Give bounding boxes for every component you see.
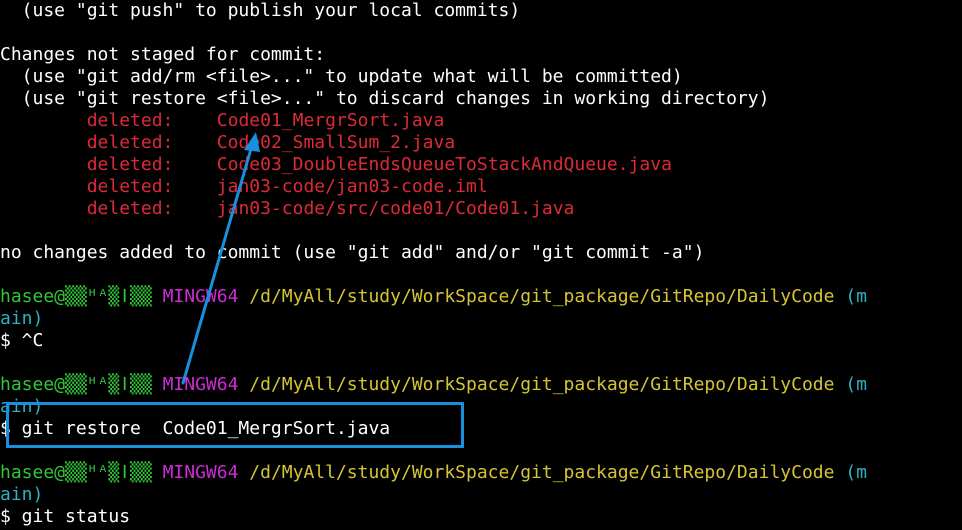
- prompt-shell: MINGW64: [162, 286, 239, 307]
- command-line: $ git status: [0, 506, 131, 527]
- hint-add-rm: (use "git add/rm <file>..." to update wh…: [0, 66, 683, 87]
- prompt-user-host: hasee@▒▒ᴴᴬ▒ǀ▒▒: [0, 374, 152, 395]
- deleted-label: deleted:: [86, 198, 174, 219]
- prompt-path: /d/MyAll/study/WorkSpace/git_package/Git…: [249, 286, 835, 307]
- prompt-branch-close: ain): [0, 484, 44, 505]
- prompt-shell: MINGW64: [162, 374, 239, 395]
- prompt-user-host: hasee@▒▒ᴴᴬ▒ǀ▒▒: [0, 286, 152, 307]
- prompt-branch-open: (m: [845, 374, 867, 395]
- annotation-highlight-box: [6, 402, 464, 448]
- command-line: $ ^C: [0, 330, 44, 351]
- deleted-path: jan03-code/src/code01/Code01.java: [216, 198, 575, 219]
- prompt-path: /d/MyAll/study/WorkSpace/git_package/Git…: [249, 462, 835, 483]
- prompt-branch-close: ain): [0, 308, 44, 329]
- deleted-label: deleted:: [86, 176, 174, 197]
- deleted-path: Code03_DoubleEndsQueueToStackAndQueue.ja…: [216, 154, 672, 175]
- prompt-branch-open: (m: [845, 462, 867, 483]
- deleted-file-line: deleted: jan03-code/jan03-code.iml: [0, 176, 488, 198]
- prompt-branch-open: (m: [845, 286, 867, 307]
- deleted-path: Code01_MergrSort.java: [216, 110, 445, 131]
- terminal-window[interactable]: (use "git push" to publish your local co…: [0, 0, 962, 530]
- shell-prompt: hasee@▒▒ᴴᴬ▒ǀ▒▒ MINGW64 /d/MyAll/study/Wo…: [0, 462, 867, 484]
- deleted-label: deleted:: [86, 154, 174, 175]
- deleted-file-line: deleted: Code02_SmallSum_2.java: [0, 132, 455, 154]
- deleted-file-line: deleted: Code03_DoubleEndsQueueToStackAn…: [0, 154, 672, 176]
- deleted-path: Code02_SmallSum_2.java: [216, 132, 456, 153]
- shell-prompt: hasee@▒▒ᴴᴬ▒ǀ▒▒ MINGW64 /d/MyAll/study/Wo…: [0, 286, 867, 308]
- prompt-shell: MINGW64: [162, 462, 239, 483]
- deleted-label: deleted:: [86, 110, 174, 131]
- deleted-path: jan03-code/jan03-code.iml: [216, 176, 488, 197]
- prompt-path: /d/MyAll/study/WorkSpace/git_package/Git…: [249, 374, 835, 395]
- prompt-user-host: hasee@▒▒ᴴᴬ▒ǀ▒▒: [0, 462, 152, 483]
- not-staged-header: Changes not staged for commit:: [0, 44, 326, 65]
- hint-restore: (use "git restore <file>..." to discard …: [0, 88, 770, 109]
- deleted-file-line: deleted: Code01_MergrSort.java: [0, 110, 445, 132]
- deleted-file-line: deleted: jan03-code/src/code01/Code01.ja…: [0, 198, 575, 220]
- no-changes-message: no changes added to commit (use "git add…: [0, 242, 705, 263]
- shell-prompt: hasee@▒▒ᴴᴬ▒ǀ▒▒ MINGW64 /d/MyAll/study/Wo…: [0, 374, 867, 396]
- deleted-label: deleted:: [86, 132, 174, 153]
- git-push-hint: (use "git push" to publish your local co…: [0, 0, 521, 21]
